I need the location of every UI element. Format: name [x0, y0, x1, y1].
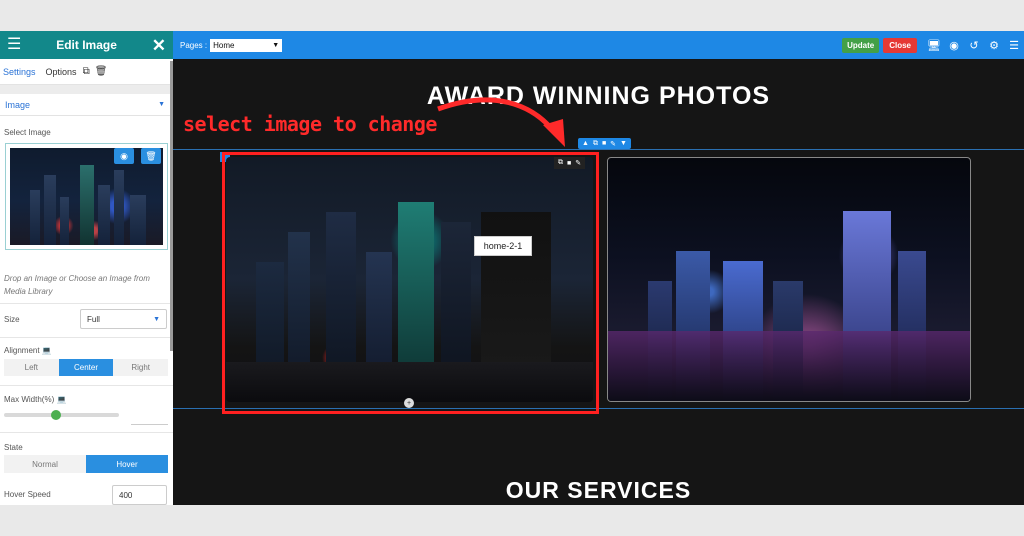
hover-speed-label: Hover Speed — [4, 490, 51, 499]
image-section-label: Image — [5, 99, 31, 110]
image-toolbar[interactable]: ⧉ ■ ✎ — [554, 157, 586, 169]
panel-title: Edit Image — [56, 38, 117, 52]
edit-icon[interactable]: ✎ — [575, 159, 581, 167]
chevron-down-icon[interactable]: ▼ — [620, 140, 627, 147]
alignment-group: Left Center Right — [4, 359, 169, 376]
desktop-icon: 💻 — [41, 346, 52, 355]
size-select[interactable]: Full ▼ — [80, 309, 167, 329]
eye-icon: ◉ — [120, 150, 128, 161]
state-hover-button[interactable]: Hover — [86, 455, 168, 473]
align-center-button[interactable]: Center — [58, 359, 114, 376]
edit-icon[interactable]: ✎ — [610, 140, 616, 148]
trash-icon[interactable]: ■ — [602, 140, 606, 147]
menu-icon[interactable]: ☰ — [7, 37, 21, 53]
editor-topbar: Pages : Home ▼ Update Close 🖥 ◉ ↺ ⚙ ☰ — [173, 31, 1024, 59]
image-thumbnail[interactable] — [10, 148, 163, 245]
caret-down-icon: ▼ — [158, 101, 165, 108]
gallery-image[interactable] — [607, 157, 971, 402]
move-icon[interactable]: ▲ — [582, 140, 589, 147]
max-width-slider-handle[interactable] — [50, 410, 61, 420]
state-label: State — [4, 443, 23, 452]
pages-value: Home — [213, 40, 235, 50]
preview-eye-button[interactable]: ◉ — [114, 148, 134, 164]
sitemap-icon[interactable]: ☰ — [1004, 39, 1024, 52]
select-image-label: Select Image — [4, 128, 51, 137]
panel-header: ☰ Edit Image ✕ — [0, 31, 173, 59]
max-width-slider[interactable] — [4, 413, 119, 417]
copy-icon[interactable]: ⧉ — [593, 140, 598, 148]
size-label: Size — [4, 315, 20, 324]
resize-handle[interactable]: + — [404, 398, 414, 408]
alignment-label: Alignment 💻 — [4, 346, 52, 355]
remove-image-button[interactable]: 🗑 — [141, 148, 161, 164]
row-toolbar[interactable]: ▲ ⧉ ■ ✎ ▼ — [578, 138, 631, 149]
panel-tabs: Settings Options ⧉ 🗑 — [0, 59, 173, 85]
history-icon[interactable]: ↺ — [964, 39, 984, 52]
trash-icon[interactable]: ■ — [567, 160, 571, 167]
max-width-input[interactable] — [131, 403, 168, 425]
selection-frame — [222, 152, 599, 414]
image-alt-tooltip: home-2-1 — [474, 236, 532, 256]
edit-image-panel: ☰ Edit Image ✕ Settings Options ⧉ 🗑 Imag… — [0, 31, 173, 505]
topbar-actions: Update Close 🖥 ◉ ↺ ⚙ ☰ — [842, 31, 1024, 59]
divider — [0, 337, 173, 338]
close-icon[interactable]: ✕ — [152, 37, 166, 54]
image-section-toggle[interactable]: Image ▼ — [0, 94, 173, 116]
trash-icon[interactable]: 🗑 — [95, 66, 108, 77]
copy-icon[interactable]: ⧉ — [83, 66, 90, 77]
image-picker[interactable]: ◉ 🗑 — [5, 143, 168, 250]
update-button[interactable]: Update — [842, 37, 880, 53]
close-button[interactable]: Close — [883, 37, 917, 53]
divider — [0, 432, 173, 433]
trash-icon: 🗑 — [145, 150, 157, 161]
caret-down-icon: ▼ — [153, 315, 160, 323]
pages-label: Pages : — [180, 40, 208, 50]
copy-icon[interactable]: ⧉ — [558, 159, 563, 167]
align-right-button[interactable]: Right — [113, 359, 169, 376]
divider — [0, 385, 173, 386]
align-left-button[interactable]: Left — [4, 359, 59, 376]
state-normal-button[interactable]: Normal — [4, 455, 86, 473]
eye-icon[interactable]: ◉ — [944, 39, 964, 52]
desktop-icon[interactable]: 🖥 — [924, 39, 944, 52]
row-guide — [173, 149, 1024, 150]
hover-speed-input[interactable]: 400 — [112, 485, 167, 505]
tab-settings[interactable]: Settings — [3, 67, 36, 77]
section-divider — [0, 85, 173, 94]
state-group: Normal Hover — [4, 455, 168, 473]
chevron-down-icon: ▼ — [272, 41, 280, 49]
settings-icon[interactable]: ⚙ — [984, 39, 1004, 52]
max-width-label: Max Width(%) 💻 — [4, 395, 67, 404]
pages-select[interactable]: Home ▼ — [210, 38, 283, 52]
drop-hint: Drop an Image or Choose an Image from Me… — [4, 274, 150, 296]
tab-options[interactable]: Options — [46, 67, 77, 77]
divider — [0, 303, 173, 304]
desktop-icon: 💻 — [56, 395, 67, 404]
size-value: Full — [87, 314, 100, 324]
section-heading[interactable]: OUR SERVICES — [173, 477, 1024, 504]
page-canvas: AWARD WINNING PHOTOS select image to cha… — [173, 59, 1024, 505]
